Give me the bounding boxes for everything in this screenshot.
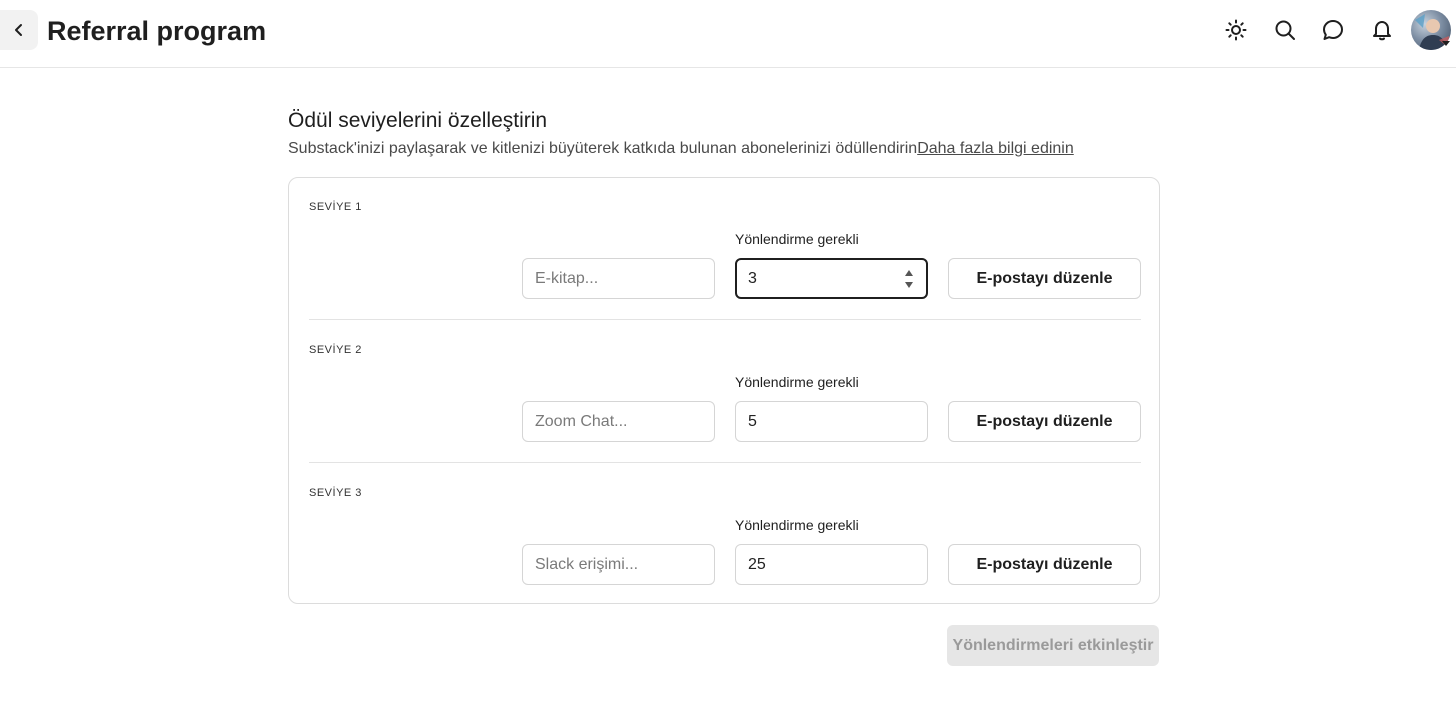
search-icon [1275, 20, 1295, 40]
reward-input[interactable]: E-kitap... [522, 258, 715, 299]
divider [309, 462, 1141, 463]
chat-bubble-icon [1323, 20, 1343, 40]
referral-count-input[interactable]: 25 [735, 544, 928, 585]
sun-icon [1225, 19, 1247, 41]
chevron-left-icon [15, 24, 22, 36]
learn-more-link[interactable]: Daha fazla bilgi edinin [917, 140, 1074, 157]
tier-label: SEVİYE 3 [309, 487, 362, 499]
chat-button[interactable] [1320, 17, 1346, 43]
bell-icon [1373, 21, 1391, 41]
enable-referrals-button[interactable]: Yönlendirmeleri etkinleştir [947, 625, 1159, 666]
caret-down-icon[interactable] [1441, 40, 1451, 48]
section-subtitle: Substack'inizi paylaşarak ve kitlenizi b… [288, 138, 1160, 160]
number-spinner-icon[interactable] [904, 268, 914, 290]
reward-input[interactable]: Zoom Chat... [522, 401, 715, 442]
back-button[interactable] [0, 10, 38, 50]
notifications-button[interactable] [1369, 17, 1395, 43]
search-button[interactable] [1272, 17, 1298, 43]
theme-toggle-button[interactable] [1223, 17, 1249, 43]
edit-email-button[interactable]: E-postayı düzenle [948, 544, 1141, 585]
tiers-card: SEVİYE 1 Yönlendirme gerekli E-kitap... … [288, 177, 1160, 604]
referrals-required-label: Yönlendirme gerekli [735, 374, 859, 390]
referral-count-value: 3 [748, 269, 757, 287]
referrals-required-label: Yönlendirme gerekli [735, 231, 859, 247]
referrals-required-label: Yönlendirme gerekli [735, 517, 859, 533]
referral-count-input[interactable]: 5 [735, 401, 928, 442]
tier-label: SEVİYE 2 [309, 344, 362, 356]
divider [309, 319, 1141, 320]
edit-email-button[interactable]: E-postayı düzenle [948, 258, 1141, 299]
section-title: Ödül seviyelerini özelleştirin [288, 109, 548, 132]
top-bar: Referral program [0, 0, 1456, 68]
edit-email-button[interactable]: E-postayı düzenle [948, 401, 1141, 442]
reward-input[interactable]: Slack erişimi... [522, 544, 715, 585]
referral-count-input[interactable]: 3 [735, 258, 928, 299]
tier-label: SEVİYE 1 [309, 201, 362, 213]
subtitle-text: Substack'inizi paylaşarak ve kitlenizi b… [288, 140, 918, 157]
intro-section: Ödül seviyelerini özelleştirin Substack'… [288, 108, 1160, 160]
page-title: Referral program [47, 16, 267, 46]
